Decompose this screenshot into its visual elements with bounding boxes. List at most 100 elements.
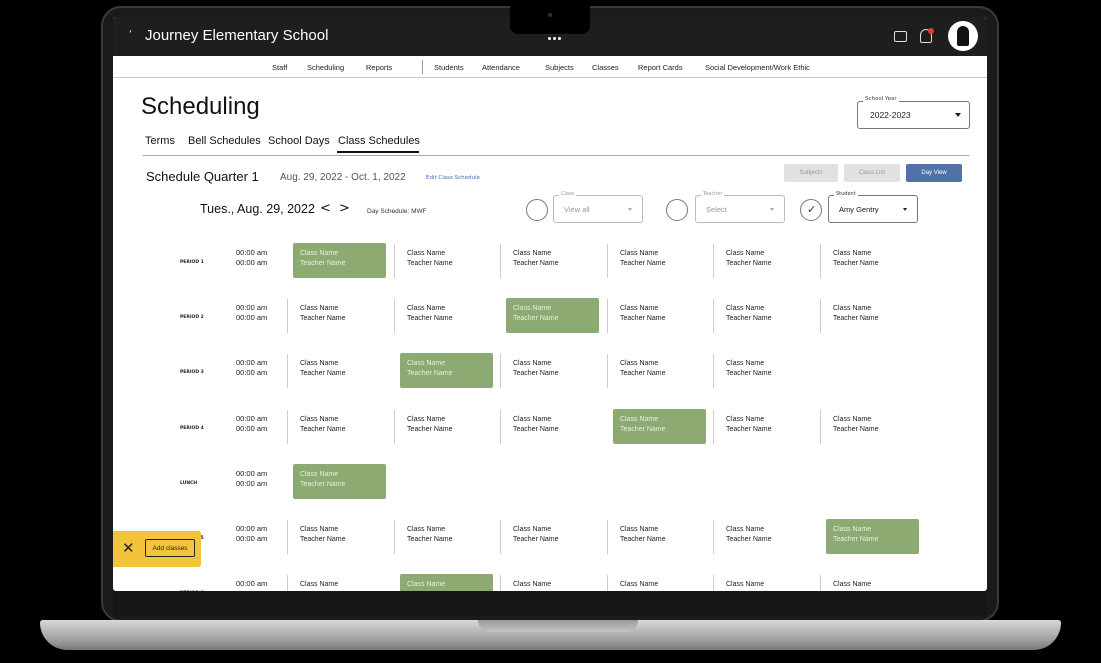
nav-social-development[interactable]: Social Development/Work Ethic [705,63,810,72]
class-cell[interactable]: Class Name Teacher Name [400,519,493,554]
class-cell[interactable]: Class Name Teacher Name [826,298,919,333]
class-cell[interactable]: Class Name [826,574,919,591]
tabs-divider [143,155,969,156]
teacher-name: Teacher Name [513,260,559,267]
class-cell[interactable]: Class Name Teacher Name [826,243,919,278]
class-filter-select[interactable]: Class View all [553,191,643,223]
class-cell-selected[interactable]: Class Name Teacher Name [506,298,599,333]
class-cell[interactable]: Class Name Teacher Name [506,353,599,388]
class-cell[interactable]: Class Name Teacher Name [719,298,812,333]
class-cell[interactable]: Class Name Teacher Name [719,519,812,554]
teacher-filter-select[interactable]: Teacher Select [695,191,785,223]
class-cell-selected[interactable]: Class Name [400,574,493,591]
class-name: Class Name [833,526,872,533]
chat-icon[interactable] [894,31,907,42]
class-cell-selected[interactable]: Class Name Teacher Name [400,353,493,388]
laptop-mockup: ‘ Journey Elementary School Staff Schedu… [0,0,1101,663]
next-day-button[interactable]: > [339,201,350,216]
check-icon: ✓ [807,203,817,216]
class-name: Class Name [620,250,659,257]
cell-divider [820,244,821,278]
current-date: Tues., Aug. 29, 2022 [200,202,315,216]
teacher-name: Teacher Name [620,426,666,433]
class-cell[interactable]: Class Name Teacher Name [613,298,706,333]
class-cell-selected[interactable]: Class Name Teacher Name [293,243,386,278]
class-list-button[interactable]: Class List [844,164,900,182]
class-cell[interactable]: Class Name Teacher Name [293,353,386,388]
nav-report-cards[interactable]: Report Cards [638,63,683,72]
class-cell[interactable]: Class Name Teacher Name [613,519,706,554]
class-cell[interactable]: Class Name Teacher Name [400,243,493,278]
nav-subjects[interactable]: Subjects [545,63,574,72]
class-name: Class Name [300,416,339,423]
user-avatar[interactable] [948,21,978,51]
tab-terms[interactable]: Terms [145,135,175,147]
class-filter-toggle[interactable] [526,199,548,221]
add-classes-toast: ✕ Add classes [113,531,201,567]
cell-divider [394,299,395,333]
class-cell[interactable]: Class Name Teacher Name [506,519,599,554]
subjects-button[interactable]: Subjects [784,164,838,182]
class-cell[interactable]: Class Name Teacher Name [293,409,386,444]
teacher-name: Teacher Name [300,370,346,377]
end-time: 00:00 am [236,424,268,433]
class-cell[interactable]: Class Name Teacher Name [613,353,706,388]
teacher-filter-value: Select [706,205,727,214]
class-cell[interactable]: Class Name Teacher Name [719,353,812,388]
class-cell[interactable]: Class Name Teacher Name [826,409,919,444]
start-time: 00:00 am [236,579,268,588]
student-filter-toggle[interactable]: ✓ [800,199,822,221]
class-cell[interactable]: Class Name Teacher Name [719,243,812,278]
class-name: Class Name [620,360,659,367]
class-cell[interactable]: Class Name Teacher Name [506,243,599,278]
class-name: Class Name [513,305,552,312]
class-name: Class Name [300,305,339,312]
cell-divider [607,299,608,333]
teacher-filter-toggle[interactable] [666,199,688,221]
class-cell[interactable]: Class Name Teacher Name [613,243,706,278]
class-name: Class Name [407,305,446,312]
class-cell[interactable]: Class Name Teacher Name [400,298,493,333]
prev-day-button[interactable]: < [320,201,331,216]
start-time: 00:00 am [236,358,268,367]
class-name: Class Name [300,581,339,588]
nav-staff[interactable]: Staff [272,63,287,72]
cell-divider [394,244,395,278]
chevron-down-icon [770,208,774,211]
class-cell[interactable]: Class Name [613,574,706,591]
nav-classes[interactable]: Classes [592,63,619,72]
class-cell-selected[interactable]: Class Name Teacher Name [613,409,706,444]
class-cell[interactable]: Class Name Teacher Name [506,409,599,444]
class-cell[interactable]: Class Name Teacher Name [719,409,812,444]
class-cell-selected[interactable]: Class Name Teacher Name [293,464,386,499]
day-view-button[interactable]: Day View [906,164,962,182]
teacher-name: Teacher Name [513,315,559,322]
period-time: 00:00 am 00:00 am [236,469,267,489]
class-name: Class Name [300,471,339,478]
class-cell[interactable]: Class Name [506,574,599,591]
class-name: Class Name [620,581,659,588]
nav-scheduling[interactable]: Scheduling [307,63,344,72]
class-cell-selected[interactable]: Class Name Teacher Name [826,519,919,554]
start-time: 00:00 am [236,414,268,423]
cell-divider [287,410,288,444]
class-cell[interactable]: Class Name Teacher Name [293,519,386,554]
tab-class-schedules[interactable]: Class Schedules [338,135,420,147]
student-filter-select[interactable]: Student Amy Gentry [828,191,918,223]
nav-students[interactable]: Students [434,63,464,72]
start-time: 00:00 am [236,248,268,257]
tab-bell-schedules[interactable]: Bell Schedules [188,135,261,147]
class-cell[interactable]: Class Name Teacher Name [293,298,386,333]
close-icon[interactable]: ✕ [122,539,135,557]
class-cell[interactable]: Class Name [293,574,386,591]
app-title[interactable]: Journey Elementary School [145,27,328,44]
teacher-name: Teacher Name [726,260,772,267]
nav-reports[interactable]: Reports [366,63,392,72]
edit-class-schedule-link[interactable]: Edit Class Schedule [426,175,480,181]
class-cell[interactable]: Class Name [719,574,812,591]
teacher-name: Teacher Name [833,426,879,433]
add-classes-button[interactable]: Add classes [145,539,195,557]
nav-attendance[interactable]: Attendance [482,63,520,72]
tab-school-days[interactable]: School Days [268,135,330,147]
class-cell[interactable]: Class Name Teacher Name [400,409,493,444]
